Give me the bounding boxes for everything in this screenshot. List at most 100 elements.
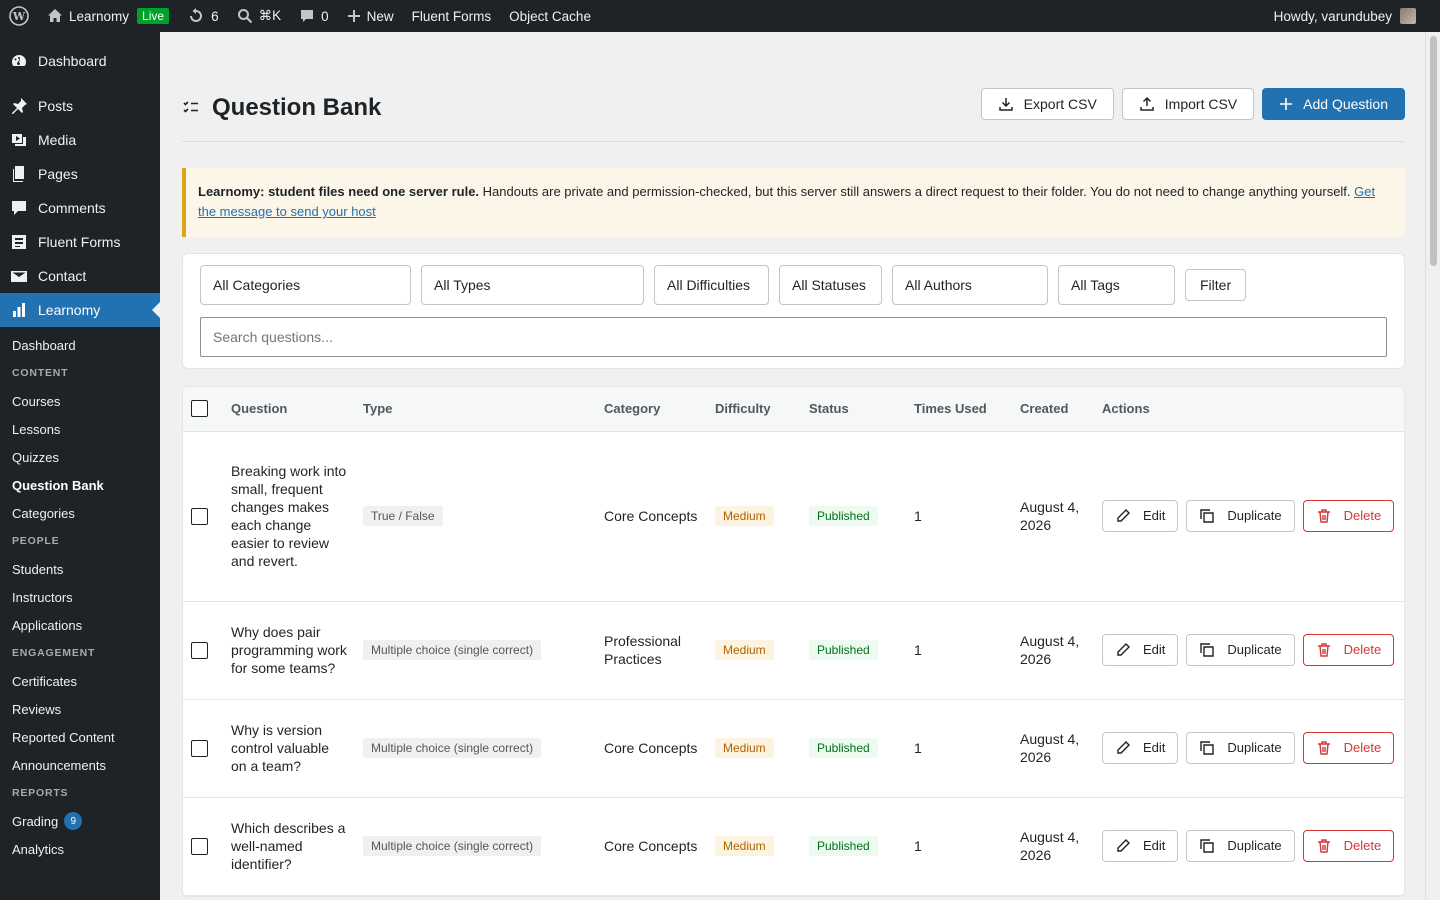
- sub-reported-content[interactable]: Reported Content: [0, 723, 160, 751]
- row-checkbox[interactable]: [191, 838, 208, 856]
- menu-label: Pages: [38, 166, 78, 182]
- trash-icon: [1317, 839, 1330, 853]
- delete-button[interactable]: Delete: [1302, 500, 1395, 532]
- type-select[interactable]: All Types: [421, 265, 644, 305]
- grading-count-badge: 9: [64, 812, 83, 830]
- delete-button[interactable]: Delete: [1302, 634, 1395, 666]
- author-select[interactable]: All Authors: [892, 265, 1048, 305]
- new-content-link[interactable]: New: [338, 0, 403, 32]
- question-text[interactable]: Breaking work into small, frequent chang…: [223, 431, 355, 602]
- sub-quizzes[interactable]: Quizzes: [0, 443, 160, 471]
- delete-button[interactable]: Delete: [1302, 830, 1395, 862]
- col-created[interactable]: Created: [1012, 387, 1094, 432]
- sub-question-bank[interactable]: Question Bank: [0, 471, 160, 499]
- question-text[interactable]: Why is version control valuable on a tea…: [223, 699, 355, 798]
- sub-courses[interactable]: Courses: [0, 387, 160, 415]
- status-pill: Published: [809, 640, 878, 660]
- site-name-link[interactable]: Learnomy Live: [38, 0, 178, 32]
- home-icon: [48, 9, 62, 22]
- admin-sidebar: Dashboard Posts Media Pages Comments Flu…: [0, 32, 160, 900]
- comments-link[interactable]: 0: [290, 0, 338, 32]
- col-category[interactable]: Category: [596, 387, 707, 432]
- question-text[interactable]: Which describes a well-named identifier?: [223, 797, 355, 896]
- menu-label: Posts: [38, 98, 74, 114]
- media-icon: [10, 131, 28, 149]
- menu-learnomy[interactable]: Learnomy: [0, 293, 160, 327]
- category-cell: Professional Practices: [596, 601, 707, 700]
- menu-label: Learnomy: [38, 302, 101, 318]
- server-rule-notice: Learnomy: student files need one server …: [182, 168, 1405, 237]
- export-csv-button[interactable]: Export CSV: [980, 88, 1114, 120]
- people-heading: PEOPLE: [12, 535, 60, 547]
- updates-link[interactable]: 6: [178, 0, 228, 32]
- select-all-checkbox[interactable]: [191, 400, 208, 418]
- duplicate-button[interactable]: Duplicate: [1186, 634, 1295, 666]
- duplicate-button[interactable]: Duplicate: [1186, 500, 1295, 532]
- menu-pages[interactable]: Pages: [0, 157, 160, 191]
- copy-icon: [1200, 741, 1215, 755]
- sub-grading[interactable]: Grading 9: [0, 807, 160, 835]
- difficulty-select[interactable]: All Difficulties: [654, 265, 769, 305]
- menu-contact[interactable]: Contact: [0, 259, 160, 293]
- row-checkbox[interactable]: [191, 508, 208, 526]
- search-shortcut[interactable]: ⌘K: [228, 0, 291, 32]
- delete-label: Delete: [1343, 642, 1382, 657]
- sub-applications[interactable]: Applications: [0, 611, 160, 639]
- sub-reviews[interactable]: Reviews: [0, 695, 160, 723]
- page-scrollbar[interactable]: [1425, 32, 1440, 900]
- edit-button[interactable]: Edit: [1102, 634, 1179, 666]
- delete-label: Delete: [1343, 740, 1382, 755]
- sub-instructors[interactable]: Instructors: [0, 583, 160, 611]
- dashboard-icon: [10, 52, 28, 70]
- main-content: Question Bank Export CSV Import CSV Add …: [182, 32, 1405, 897]
- import-csv-button[interactable]: Import CSV: [1121, 88, 1255, 120]
- edit-button[interactable]: Edit: [1102, 732, 1179, 764]
- object-cache-link[interactable]: Object Cache: [500, 0, 600, 32]
- sub-categories[interactable]: Categories: [0, 499, 160, 527]
- status-select[interactable]: All Statuses: [779, 265, 882, 305]
- scrollbar-thumb[interactable]: [1430, 36, 1437, 266]
- col-status[interactable]: Status: [801, 387, 906, 432]
- add-question-button[interactable]: Add Question: [1262, 88, 1405, 120]
- edit-button[interactable]: Edit: [1102, 500, 1179, 532]
- sub-certificates[interactable]: Certificates: [0, 667, 160, 695]
- col-difficulty[interactable]: Difficulty: [707, 387, 801, 432]
- col-type[interactable]: Type: [355, 387, 596, 432]
- menu-media[interactable]: Media: [0, 123, 160, 157]
- notice-bold: Learnomy: student files need one server …: [198, 184, 480, 199]
- duplicate-button[interactable]: Duplicate: [1186, 830, 1295, 862]
- row-checkbox[interactable]: [191, 740, 208, 758]
- menu-posts[interactable]: Posts: [0, 89, 160, 123]
- sub-analytics[interactable]: Analytics: [0, 835, 160, 863]
- plus-icon: [347, 10, 360, 22]
- table-row: Why is version control valuable on a tea…: [183, 699, 1404, 798]
- add-question-label: Add Question: [1303, 96, 1388, 112]
- tag-select[interactable]: All Tags: [1058, 265, 1175, 305]
- edit-button[interactable]: Edit: [1102, 830, 1179, 862]
- sub-announcements[interactable]: Announcements: [0, 751, 160, 779]
- my-account[interactable]: Howdy, varundubey: [1274, 8, 1440, 24]
- questions-table: Question Type Category Difficulty Status…: [183, 387, 1404, 896]
- fluent-forms-link[interactable]: Fluent Forms: [403, 0, 501, 32]
- wordpress-logo-icon[interactable]: W: [0, 0, 38, 32]
- col-times-used[interactable]: Times Used: [906, 387, 1012, 432]
- sub-dashboard[interactable]: Dashboard: [0, 331, 160, 359]
- menu-comments[interactable]: Comments: [0, 191, 160, 225]
- duplicate-button[interactable]: Duplicate: [1186, 732, 1295, 764]
- duplicate-label: Duplicate: [1227, 508, 1282, 523]
- delete-button[interactable]: Delete: [1302, 732, 1395, 764]
- sub-students[interactable]: Students: [0, 555, 160, 583]
- col-question[interactable]: Question: [223, 387, 355, 432]
- menu-dashboard[interactable]: Dashboard: [0, 44, 160, 78]
- mail-icon: [10, 267, 28, 285]
- question-text[interactable]: Why does pair programming work for some …: [223, 601, 355, 700]
- sub-lessons[interactable]: Lessons: [0, 415, 160, 443]
- row-checkbox[interactable]: [191, 642, 208, 660]
- search-input[interactable]: [200, 317, 1387, 357]
- live-badge: Live: [137, 8, 170, 24]
- menu-label: Comments: [38, 200, 106, 216]
- category-select[interactable]: All Categories: [200, 265, 411, 305]
- engagement-heading: ENGAGEMENT: [12, 647, 96, 659]
- menu-fluent-forms[interactable]: Fluent Forms: [0, 225, 160, 259]
- filter-button[interactable]: Filter: [1185, 269, 1247, 301]
